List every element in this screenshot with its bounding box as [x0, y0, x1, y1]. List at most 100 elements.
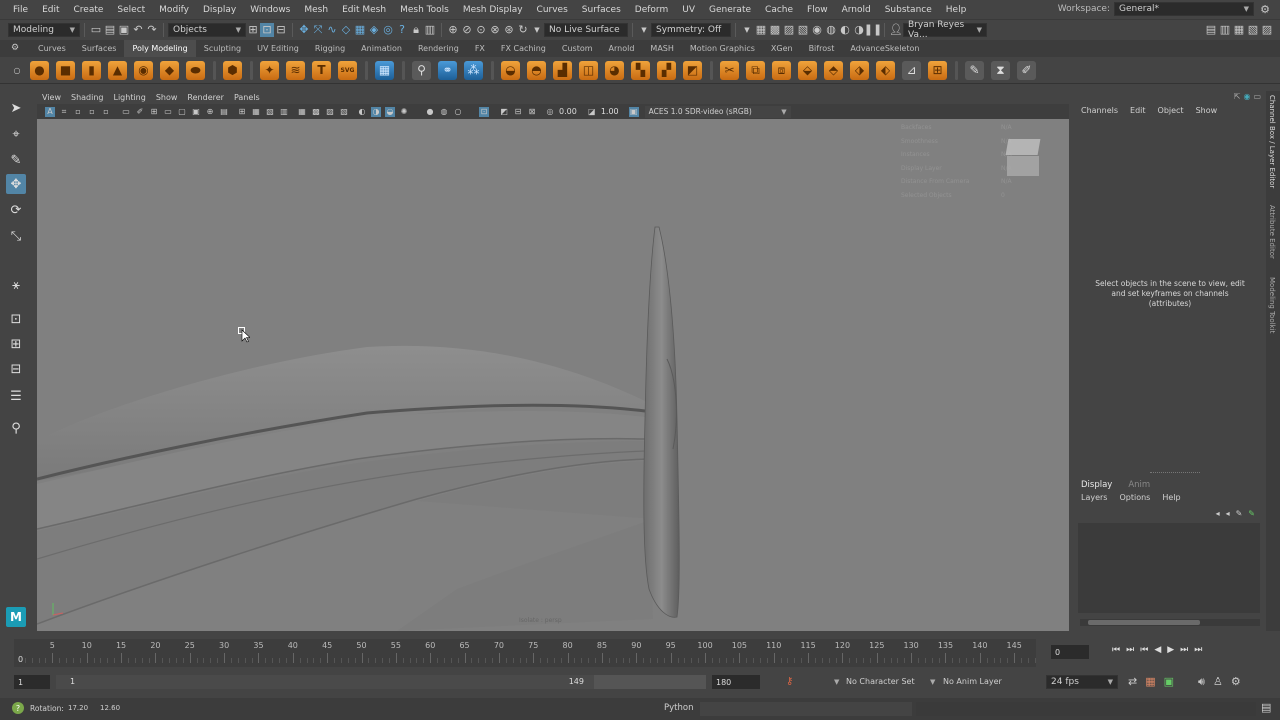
- script-language-label[interactable]: Python: [664, 703, 693, 713]
- go-to-start-icon[interactable]: ⏮: [1112, 645, 1120, 655]
- shelf-tab-sculpting[interactable]: Sculpting: [196, 44, 249, 53]
- script-editor-icon[interactable]: ▤: [1261, 701, 1271, 714]
- layer-tab-anim[interactable]: Anim: [1128, 480, 1150, 490]
- shelf-tab-uv-editing[interactable]: UV Editing: [249, 44, 307, 53]
- menu-surfaces[interactable]: Surfaces: [575, 5, 628, 15]
- step-forward-key-icon[interactable]: ⏭: [1180, 645, 1188, 655]
- bridge-icon[interactable]: ▚: [631, 60, 650, 80]
- user-account-dropdown[interactable]: Bryan Reyes Va... ▼: [903, 20, 987, 40]
- gate-mask-icon[interactable]: ▣: [191, 107, 201, 117]
- menu-uv[interactable]: UV: [675, 5, 702, 15]
- menu-select[interactable]: Select: [110, 5, 152, 15]
- menu-cache[interactable]: Cache: [758, 5, 800, 15]
- live-surface-field[interactable]: No Live Surface: [544, 22, 628, 37]
- channel-box-menu-channels[interactable]: Channels: [1081, 106, 1118, 115]
- last-tool-icon[interactable]: ⚹: [6, 275, 26, 295]
- gamma-dial-icon[interactable]: ◪: [587, 107, 597, 117]
- pause-icon[interactable]: ❚❚: [864, 23, 882, 37]
- tab-channel-box-layer-editor[interactable]: Channel Box / Layer Editor: [1268, 95, 1276, 188]
- combine-icon[interactable]: ⚭: [438, 60, 457, 80]
- xray-icon[interactable]: ▥: [279, 107, 289, 117]
- play-forward-icon[interactable]: ▶: [1167, 645, 1174, 655]
- help-icon[interactable]: ?: [12, 702, 24, 714]
- xray-active-icon[interactable]: ○: [453, 107, 463, 117]
- new-scene-icon[interactable]: ▭: [89, 23, 103, 37]
- panel-menu-show[interactable]: Show: [151, 93, 183, 102]
- new-layer-selected-icon[interactable]: ✎: [1248, 509, 1255, 518]
- wireframe-icon[interactable]: ⊞: [237, 107, 247, 117]
- menu-windows[interactable]: Windows: [243, 5, 297, 15]
- scale-tool-icon[interactable]: ⤡: [6, 226, 26, 246]
- menu-edit-mesh[interactable]: Edit Mesh: [335, 5, 393, 15]
- offset-edge-loop-icon[interactable]: ⧈: [772, 60, 791, 80]
- chevron-down-icon[interactable]: ▼: [834, 678, 839, 686]
- go-to-end-icon[interactable]: ⏭: [1194, 645, 1202, 655]
- render-sequence-icon[interactable]: ▩: [768, 23, 782, 37]
- shelf-tab-bifrost[interactable]: Bifrost: [801, 44, 843, 53]
- channel-box-toggle-icon[interactable]: ▨: [1260, 23, 1274, 37]
- exposure-value[interactable]: 0.00: [559, 107, 577, 116]
- uv-editor-icon[interactable]: ▦: [375, 60, 394, 80]
- isolate-select-icon[interactable]: ●: [425, 107, 435, 117]
- poly-disc-icon[interactable]: ⬬: [186, 60, 205, 80]
- textured-icon[interactable]: ▩: [311, 107, 321, 117]
- exposure-icon[interactable]: ◩: [499, 107, 509, 117]
- shelf-tab-poly-modeling[interactable]: Poly Modeling: [124, 40, 196, 57]
- menu-arnold[interactable]: Arnold: [835, 5, 878, 15]
- perspective-viewport[interactable]: Backfaces Smoothness Instances Display Laye…: [37, 119, 1069, 631]
- target-weld-icon[interactable]: ⬘: [824, 60, 843, 80]
- multi-cut-icon[interactable]: ✂: [720, 60, 739, 80]
- shelf-tab-animation[interactable]: Animation: [353, 44, 410, 53]
- workspace-dropdown[interactable]: General* ▼: [1114, 2, 1254, 16]
- safe-action-icon[interactable]: ▤: [219, 107, 229, 117]
- grid-toggle-icon[interactable]: ⊞: [149, 107, 159, 117]
- hypershade-icon[interactable]: ◉: [810, 23, 824, 37]
- rotate-tool-icon[interactable]: ⟳: [6, 200, 26, 220]
- menu-mesh[interactable]: Mesh: [297, 5, 335, 15]
- menu-set-dropdown[interactable]: Modeling ▼: [8, 22, 80, 37]
- extrude-icon[interactable]: ▞: [657, 60, 676, 80]
- shelf-tab-fx-caching[interactable]: FX Caching: [493, 44, 554, 53]
- menu-create[interactable]: Create: [67, 5, 111, 15]
- panel-menu-panels[interactable]: Panels: [229, 93, 265, 102]
- panel-menu-renderer[interactable]: Renderer: [182, 93, 229, 102]
- panel-menu-view[interactable]: View: [37, 93, 66, 102]
- range-end-field[interactable]: 180: [712, 675, 760, 689]
- paint-select-icon[interactable]: ✐: [1017, 60, 1036, 80]
- chevron-down-icon[interactable]: ▼: [637, 23, 651, 37]
- save-scene-icon[interactable]: ▣: [117, 23, 131, 37]
- insert-edge-loop-icon[interactable]: ⧉: [746, 60, 765, 80]
- select-surface-icon[interactable]: ◇: [339, 23, 353, 37]
- select-tool-icon[interactable]: ➤: [6, 98, 26, 118]
- snap-grid-icon[interactable]: ⊕: [446, 23, 460, 37]
- layer-menu-options[interactable]: Options: [1119, 493, 1150, 502]
- layer-menu-layers[interactable]: Layers: [1081, 493, 1107, 502]
- select-dynamic-icon[interactable]: ◈: [367, 23, 381, 37]
- fill-hole-icon[interactable]: ◕: [605, 60, 624, 80]
- poly-cone-icon[interactable]: ▲: [108, 60, 127, 80]
- shelf-tab-fx[interactable]: FX: [467, 44, 493, 53]
- render-frame-icon[interactable]: ▦: [754, 23, 768, 37]
- shelf-tab-mash[interactable]: MASH: [642, 44, 681, 53]
- menu-generate[interactable]: Generate: [702, 5, 758, 15]
- play-backward-icon[interactable]: ◀: [1154, 645, 1161, 655]
- gamma-icon[interactable]: ⊟: [513, 107, 523, 117]
- shadows-icon[interactable]: ▧: [339, 107, 349, 117]
- highlight-icon[interactable]: ▥: [423, 23, 437, 37]
- shelf-tab-advanceskeleton[interactable]: AdvanceSkeleton: [842, 44, 927, 53]
- quadrangulate-icon[interactable]: ⊞: [928, 60, 947, 80]
- two-view-layout-icon[interactable]: ⊟: [6, 359, 26, 379]
- shelf-tab-arnold[interactable]: Arnold: [601, 44, 643, 53]
- shelf-options-icon[interactable]: ○: [10, 63, 24, 77]
- pin-icon[interactable]: ⇱: [1234, 92, 1241, 101]
- outliner-layout-icon[interactable]: ☰: [6, 386, 26, 406]
- snap-rotate-icon[interactable]: ↻: [516, 23, 530, 37]
- shelf-menu-icon[interactable]: ⚙: [8, 41, 22, 55]
- render-view-icon[interactable]: ◍: [824, 23, 838, 37]
- shelf-tab-motion-graphics[interactable]: Motion Graphics: [682, 44, 763, 53]
- resolution-gate-icon[interactable]: ▢: [177, 107, 187, 117]
- channel-box-menu-object[interactable]: Object: [1158, 106, 1184, 115]
- close-icon[interactable]: ▭: [1253, 92, 1261, 101]
- shelf-tab-custom[interactable]: Custom: [554, 44, 601, 53]
- super-shape-icon[interactable]: ✦: [260, 60, 279, 80]
